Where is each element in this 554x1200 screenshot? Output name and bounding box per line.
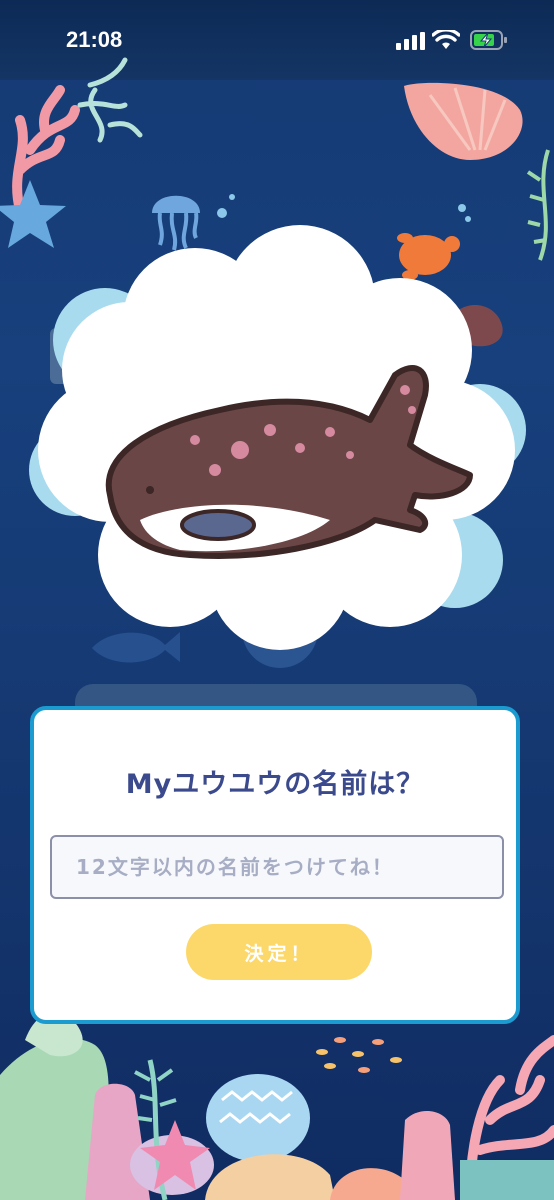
small-fish-school (316, 1037, 402, 1073)
mascot-cloud (29, 225, 526, 668)
bottom-reef (0, 1012, 554, 1200)
name-dialog: Myユウユウの名前は？ 決定！ (30, 706, 520, 1024)
name-input-wrapper (50, 835, 504, 899)
dialog-title: Myユウユウの名前は？ (125, 769, 425, 800)
name-input[interactable] (52, 837, 502, 897)
decide-button[interactable]: 決定！ (186, 924, 372, 980)
